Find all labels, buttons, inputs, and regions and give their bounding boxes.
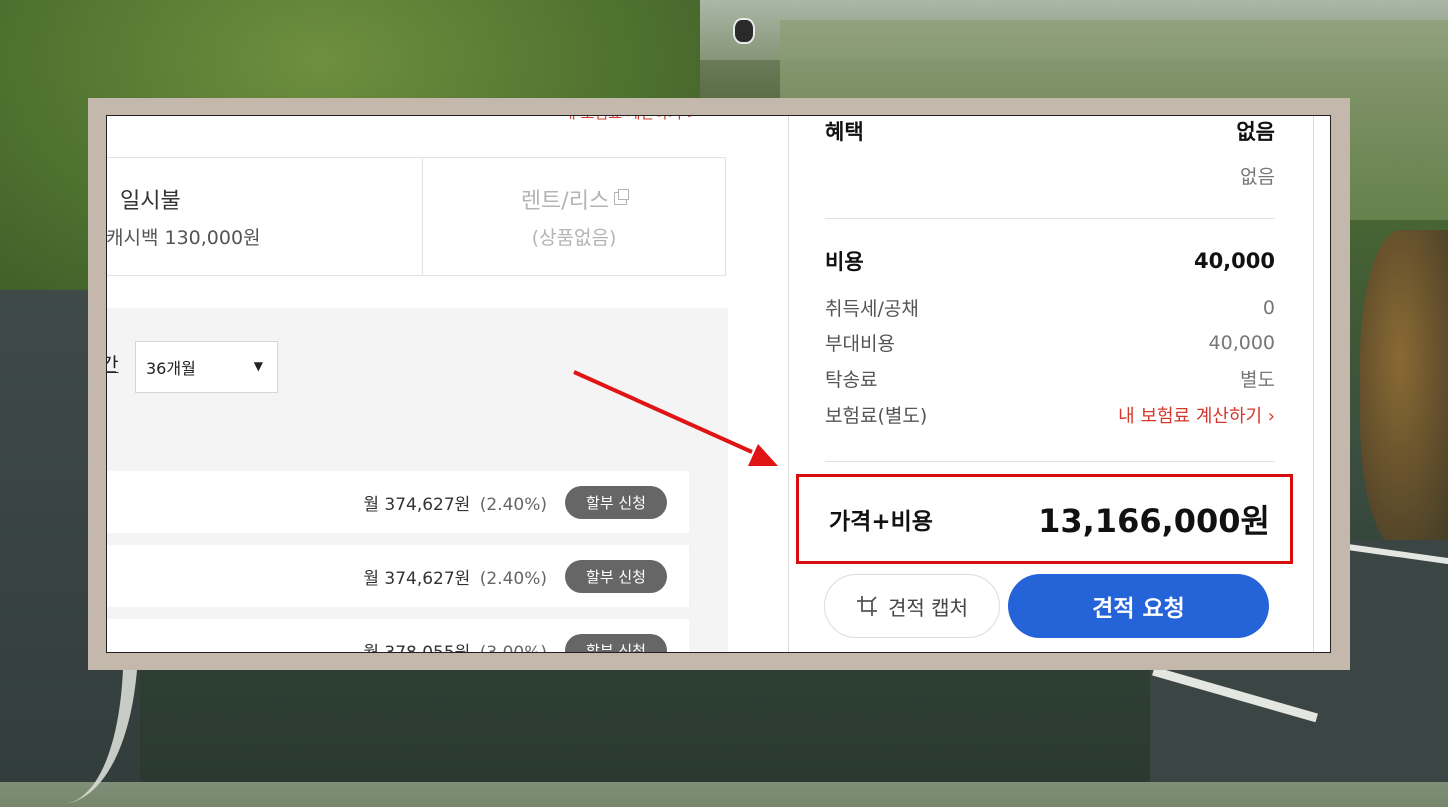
price-summary-panel: 혜택 없음 없음 비용 40,000 취득세/공채 0 부대비용 40,000 … bbox=[796, 116, 1293, 652]
top-cutoff-link[interactable]: 내 보험료 계산하기 > bbox=[562, 116, 699, 123]
period-label: 간 bbox=[107, 350, 118, 377]
cost-value: 40,000 bbox=[1193, 249, 1275, 273]
payment-options-panel: 내 보험료 계산하기 > 일시불 캐시백 130,000원 렌트/리스 (상품없… bbox=[107, 116, 788, 652]
total-price-highlight: 가격+비용 13,166,000원 bbox=[796, 474, 1293, 564]
cost-item-label: 부대비용 bbox=[825, 333, 895, 355]
cost-item-value: 0 bbox=[1262, 296, 1275, 319]
insurance-label: 보험료(별도) bbox=[825, 405, 928, 427]
caret-down-icon: ▼ bbox=[253, 359, 263, 373]
benefit-detail-row: 없음 bbox=[825, 162, 1275, 189]
rent-lease-status: (상품없음) bbox=[531, 227, 617, 249]
quote-capture-button[interactable]: 견적 캡처 bbox=[824, 574, 1000, 638]
quote-screen: 내 보험료 계산하기 > 일시불 캐시백 130,000원 렌트/리스 (상품없… bbox=[106, 115, 1331, 653]
installment-apply-button[interactable]: 할부 신청 bbox=[565, 559, 667, 593]
plan-amount: 월 374,627원 (2.40%) bbox=[363, 568, 547, 589]
plan-amount: 월 374,627원 (2.40%) bbox=[363, 494, 547, 515]
lump-sum-title: 일시불 bbox=[120, 189, 181, 214]
cost-item-label: 탁송료 bbox=[825, 369, 878, 391]
cost-label: 비용 bbox=[825, 250, 864, 274]
installment-apply-button[interactable]: 할부 신청 bbox=[565, 633, 667, 652]
installment-apply-button[interactable]: 할부 신청 bbox=[565, 485, 667, 519]
tab-rent-lease[interactable]: 렌트/리스 (상품없음) bbox=[422, 158, 725, 275]
benefit-value: 없음 bbox=[1236, 120, 1275, 144]
quote-capture-label: 견적 캡처 bbox=[888, 595, 968, 620]
divider bbox=[825, 461, 1275, 462]
cost-row: 비용 40,000 bbox=[825, 246, 1275, 276]
cost-item-row: 부대비용 40,000 bbox=[825, 329, 1275, 356]
external-window-icon bbox=[614, 189, 630, 205]
total-value: 13,166,000원 bbox=[1038, 502, 1270, 540]
period-select[interactable]: 36개월 ▼ bbox=[135, 341, 278, 393]
cost-item-label: 취득세/공채 bbox=[825, 298, 919, 320]
divider bbox=[825, 218, 1275, 219]
installment-plan-row: 월 374,627원 (2.40%) 할부 신청 bbox=[107, 471, 689, 533]
cost-item-value: 40,000 bbox=[1208, 331, 1275, 354]
payment-option-tabs: 일시불 캐시백 130,000원 렌트/리스 (상품없음) bbox=[106, 157, 726, 276]
cost-item-row: 취득세/공채 0 bbox=[825, 294, 1275, 321]
benefit-label: 혜택 bbox=[825, 120, 864, 144]
cost-item-value: 별도 bbox=[1240, 369, 1275, 391]
benefit-row: 혜택 없음 bbox=[825, 116, 1275, 146]
rent-lease-title: 렌트/리스 bbox=[521, 183, 630, 215]
quote-request-button[interactable]: 견적 요청 bbox=[1008, 574, 1269, 638]
crop-icon bbox=[857, 596, 878, 616]
installment-plan-row: 월 374,627원 (2.40%) 할부 신청 bbox=[107, 545, 689, 607]
scroll-divider bbox=[1313, 116, 1314, 652]
benefit-detail: 없음 bbox=[1240, 166, 1275, 188]
lump-sum-cashback: 캐시백 130,000원 bbox=[106, 227, 261, 249]
installment-plan-row: 월 378,055원 (3.00%) 할부 신청 bbox=[107, 619, 689, 653]
total-label: 가격+비용 bbox=[829, 509, 933, 535]
period-select-value: 36개월 bbox=[146, 359, 196, 378]
cost-item-row: 탁송료 별도 bbox=[825, 365, 1275, 392]
panel-divider bbox=[788, 116, 789, 652]
tab-lump-sum[interactable]: 일시불 캐시백 130,000원 bbox=[106, 158, 422, 275]
insurance-calc-link[interactable]: 내 보험료 계산하기 › bbox=[1118, 402, 1275, 428]
cow-figure bbox=[733, 18, 755, 44]
insurance-row: 보험료(별도) 내 보험료 계산하기 › bbox=[825, 401, 1275, 428]
plan-amount: 월 378,055원 (3.00%) bbox=[363, 642, 547, 653]
installment-section: 간 36개월 ▼ 월 374,627원 (2.40%) 할부 신청 월 374,… bbox=[107, 308, 728, 653]
